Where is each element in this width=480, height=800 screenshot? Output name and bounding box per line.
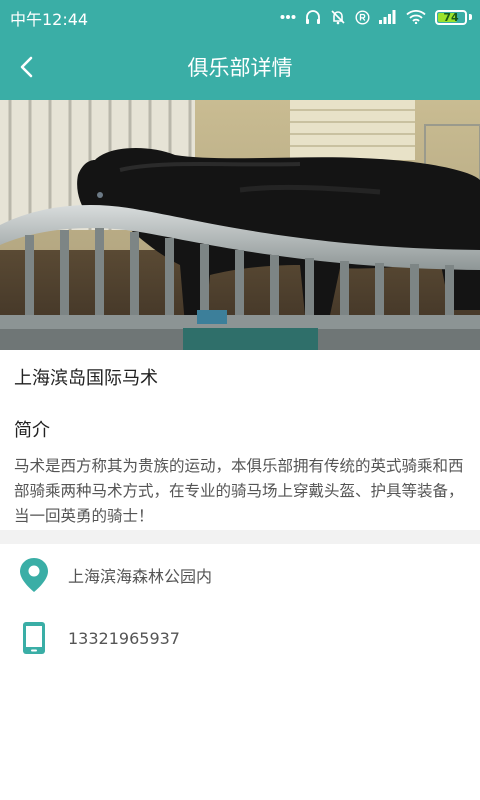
intro-heading: 简介 xyxy=(14,420,50,441)
nav-bar: 俱乐部详情 xyxy=(0,34,480,100)
address-row[interactable]: 上海滨海森林公园内 xyxy=(0,544,480,606)
status-icons: 74 xyxy=(280,6,472,28)
registered-icon xyxy=(355,9,370,25)
club-photo xyxy=(0,100,480,350)
intro-text: 马术是西方称其为贵族的运动，本俱乐部拥有传统的英式骑乘和西部骑乘两种马术方式，在… xyxy=(14,457,464,525)
more-dots-icon xyxy=(280,15,296,19)
wifi-icon xyxy=(406,10,426,24)
phone-icon xyxy=(0,621,68,655)
headset-icon xyxy=(306,10,320,24)
battery-level-text: 74 xyxy=(443,10,459,24)
horse-stable-image xyxy=(0,100,480,350)
status-bar: 中午12:44 74 xyxy=(0,0,480,34)
signal-icon xyxy=(379,10,396,24)
section-divider xyxy=(0,530,480,544)
battery-icon: 74 xyxy=(435,9,467,25)
club-name: 上海滨岛国际马术 xyxy=(14,368,158,389)
phone-text: 13321965937 xyxy=(68,628,180,648)
alarm-off-icon xyxy=(331,10,345,25)
address-text: 上海滨海森林公园内 xyxy=(68,567,213,586)
phone-row[interactable]: 13321965937 xyxy=(0,607,480,669)
page-title: 俱乐部详情 xyxy=(187,56,293,80)
status-time: 中午12:44 xyxy=(10,10,89,29)
battery-tip xyxy=(469,14,472,20)
location-pin-icon xyxy=(0,557,68,593)
